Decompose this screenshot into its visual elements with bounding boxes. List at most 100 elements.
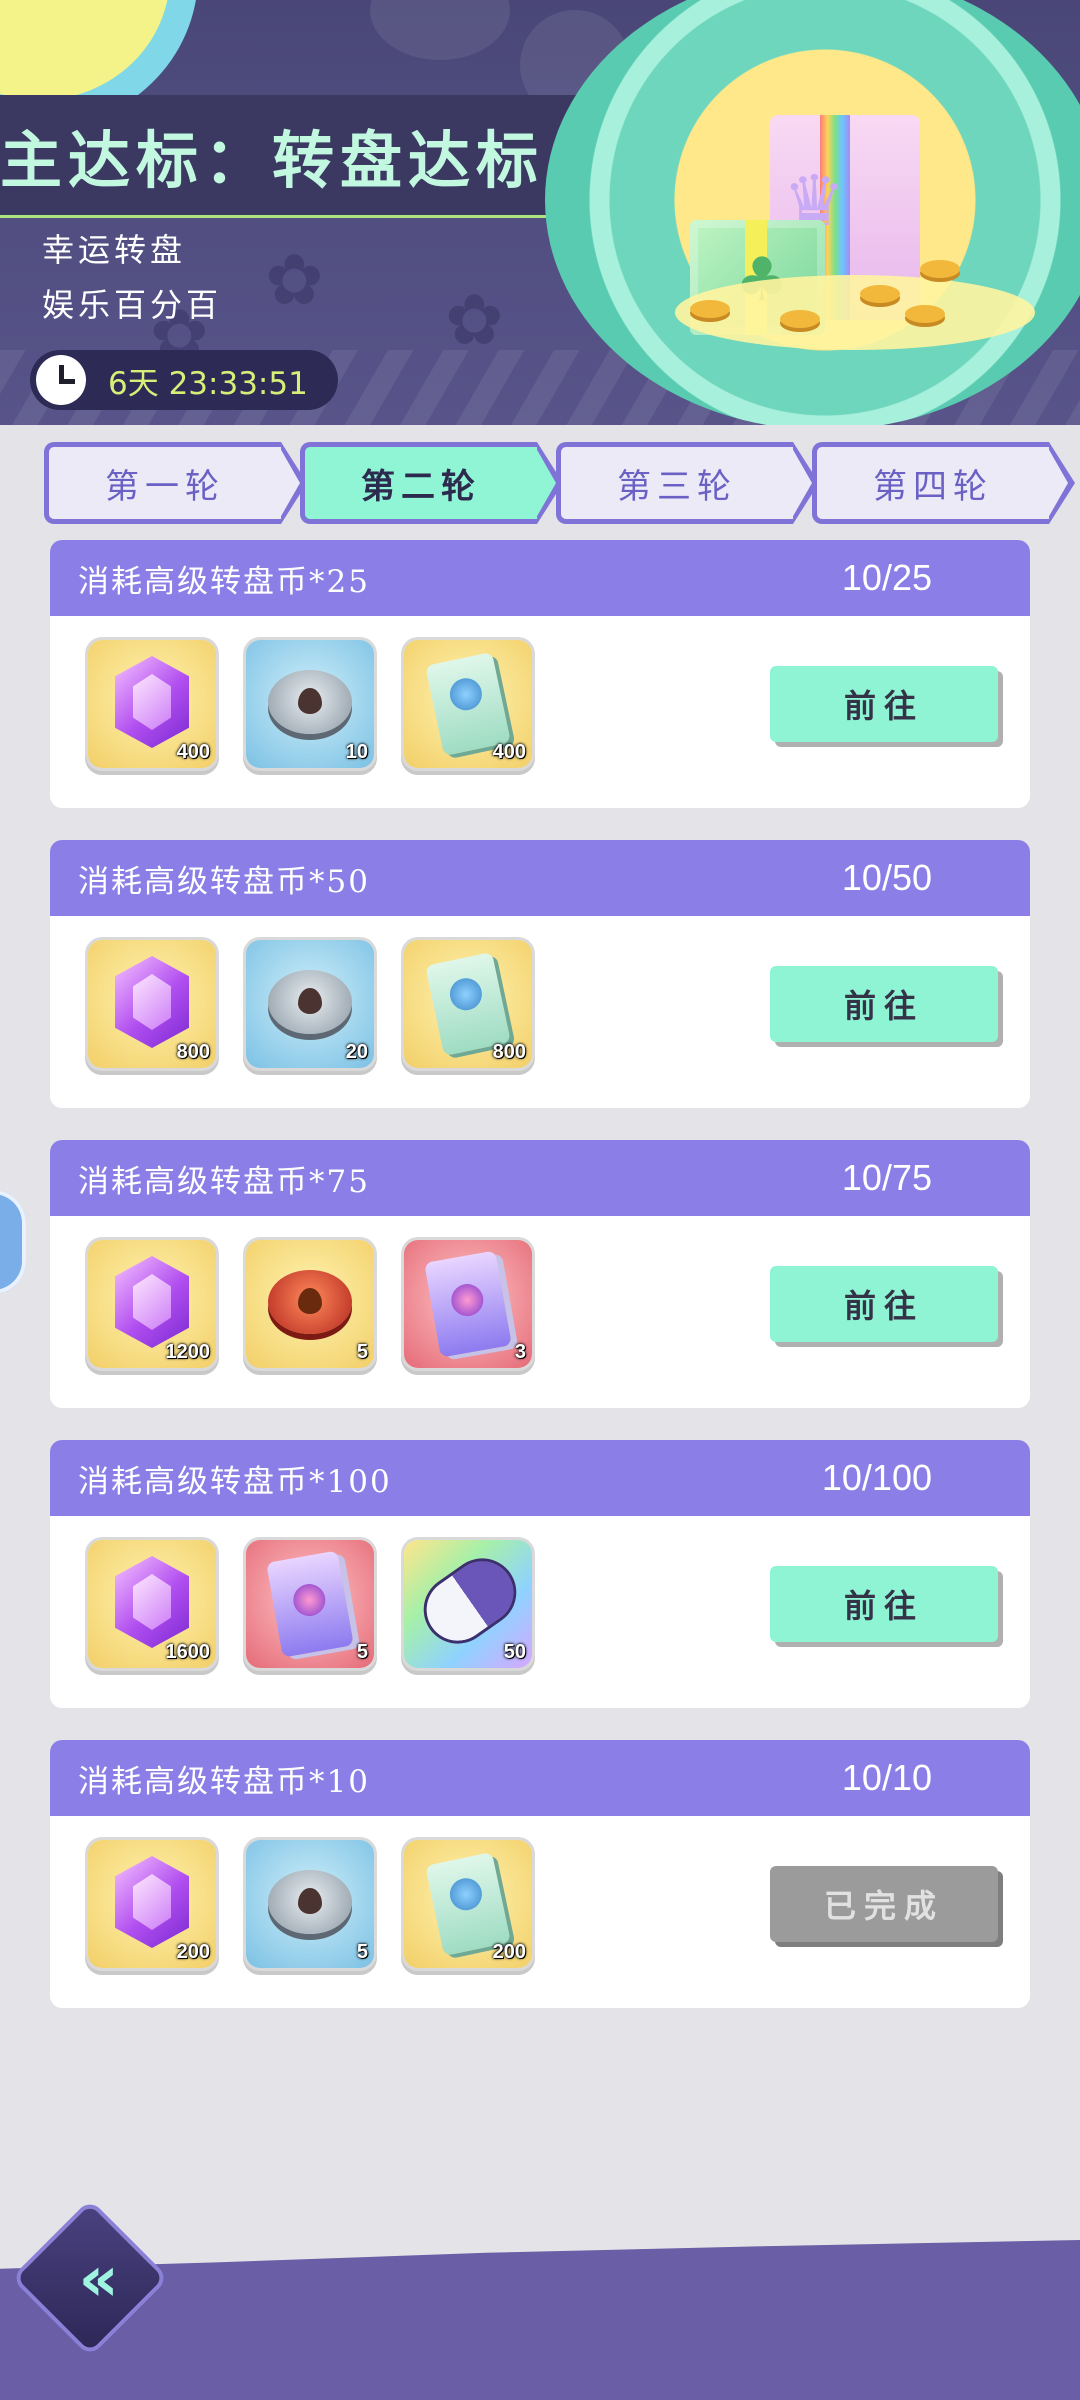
task-progress: 10/100 [821,1457,932,1498]
reward-qty: 800 [492,1041,526,1063]
gold-coin-icon [268,1270,352,1334]
reward-list: 1600 5 50 [88,1540,562,1668]
reward-list: 1200 5 3 [88,1240,562,1368]
subtitle-event-name: 幸运转盘 [42,231,187,269]
reward-list: 800 20 800 [88,940,562,1068]
reward-item[interactable]: 20 [246,940,374,1068]
silver-coin-icon [268,670,352,734]
countdown-text: 6天 23:33:51 [108,365,308,402]
reward-qty: 5 [356,1341,368,1363]
reward-list: 200 5 200 [88,1840,562,1968]
reward-item[interactable]: 5 [246,1540,374,1668]
reward-item[interactable]: 3 [404,1240,532,1368]
tab-round-3[interactable]: 第三轮 [556,442,819,524]
task-title: 消耗高级转盘币*50 [78,863,370,900]
tab-round-4[interactable]: 第四轮 [812,442,1075,524]
decor-moon [0,0,170,100]
go-button[interactable]: 前往 [770,1566,998,1642]
countdown-timer: 6天 23:33:51 [30,350,338,410]
reward-qty: 200 [492,1941,526,1963]
page-title: 主达标：转盘达标 [0,124,545,197]
event-header: ✿ ✿ ✿ 主达标：转盘达标 幸运转盘 娱乐百分百 ♛ ♣ 6天 23:33:5… [0,0,1080,425]
coin-icon [920,260,960,278]
reward-item[interactable]: 400 [404,640,532,768]
reward-item[interactable]: 800 [88,940,216,1068]
reward-item[interactable]: 200 [88,1840,216,1968]
reward-qty: 3 [514,1341,526,1363]
task-card: 消耗高级转盘币*100 10/100 1600 5 50 前往 [50,1440,1030,1708]
tab-round-1[interactable]: 第一轮 [44,442,307,524]
go-button[interactable]: 前往 [770,1266,998,1342]
task-list: 消耗高级转盘币*25 10/25 400 10 400 前往 消耗高级转盘币*5… [50,540,1030,2040]
reward-item[interactable]: 1200 [88,1240,216,1368]
task-title: 消耗高级转盘币*100 [78,1463,392,1500]
task-header: 消耗高级转盘币*10 10/10 [50,1740,1030,1816]
reward-item[interactable]: 5 [246,1840,374,1968]
reward-qty: 50 [503,1641,526,1663]
task-progress: 10/10 [841,1757,932,1798]
silver-coin-icon [268,970,352,1034]
tab-label: 第三轮 [617,466,737,507]
coin-icon [780,310,820,328]
subtitle-tagline: 娱乐百分百 [42,286,223,324]
task-title: 消耗高级转盘币*25 [78,563,370,600]
coin-icon [860,285,900,303]
reward-item[interactable]: 50 [404,1540,532,1668]
decor-clover: ✿ [445,279,504,361]
task-progress: 10/75 [841,1157,932,1198]
tab-label: 第一轮 [105,466,225,507]
tab-label: 第二轮 [361,466,481,507]
coin-icon [690,300,730,318]
task-header: 消耗高级转盘币*25 10/25 [50,540,1030,616]
reward-item[interactable]: 200 [404,1840,532,1968]
task-progress: 10/50 [841,857,932,898]
reward-item[interactable]: 1600 [88,1540,216,1668]
go-button[interactable]: 前往 [770,966,998,1042]
task-title: 消耗高级转盘币*10 [78,1763,370,1800]
task-card: 消耗高级转盘币*50 10/50 800 20 800 前往 [50,840,1030,1108]
task-header: 消耗高级转盘币*100 10/100 [50,1440,1030,1516]
footer-bar [0,2240,1080,2400]
completed-button: 已完成 [770,1866,998,1942]
gem-icon [115,956,189,1048]
reward-qty: 400 [176,741,210,763]
gem-icon [115,1256,189,1348]
side-drawer-handle[interactable] [0,1190,26,1294]
task-card: 消耗高级转盘币*10 10/10 200 5 200 已完成 [50,1740,1030,2008]
go-button[interactable]: 前往 [770,666,998,742]
gem-icon [115,656,189,748]
reward-qty: 800 [176,1041,210,1063]
task-title: 消耗高级转盘币*75 [78,1163,370,1200]
reward-item[interactable]: 800 [404,940,532,1068]
task-card: 消耗高级转盘币*25 10/25 400 10 400 前往 [50,540,1030,808]
double-chevron-left-icon: « [78,2241,102,2315]
card-icon [266,1550,354,1658]
task-header: 消耗高级转盘币*75 10/75 [50,1140,1030,1216]
coin-icon [905,305,945,323]
tab-label: 第四轮 [873,466,993,507]
task-header: 消耗高级转盘币*50 10/50 [50,840,1030,916]
reward-qty: 1200 [165,1341,211,1363]
reward-item[interactable]: 400 [88,640,216,768]
gem-icon [115,1556,189,1648]
reward-qty: 10 [345,741,368,763]
reward-qty: 1600 [165,1641,211,1663]
reward-item[interactable]: 10 [246,640,374,768]
reward-qty: 400 [492,741,526,763]
reward-item[interactable]: 5 [246,1240,374,1368]
round-tabs: 第一轮 第二轮 第三轮 第四轮 [44,442,1075,524]
card-icon [424,1250,512,1358]
decor-clover: ✿ [265,239,324,321]
silver-coin-icon [268,1870,352,1934]
gem-icon [115,1856,189,1948]
clock-icon [36,355,86,405]
task-card: 消耗高级转盘币*75 10/75 1200 5 3 前往 [50,1140,1030,1408]
reward-qty: 200 [176,1941,210,1963]
task-progress: 10/25 [841,557,932,598]
tab-round-2[interactable]: 第二轮 [300,442,563,524]
reward-qty: 5 [356,1641,368,1663]
reward-list: 400 10 400 [88,640,562,768]
capsule-icon [414,1549,526,1653]
decor-bubble [370,0,510,60]
reward-qty: 5 [356,1941,368,1963]
